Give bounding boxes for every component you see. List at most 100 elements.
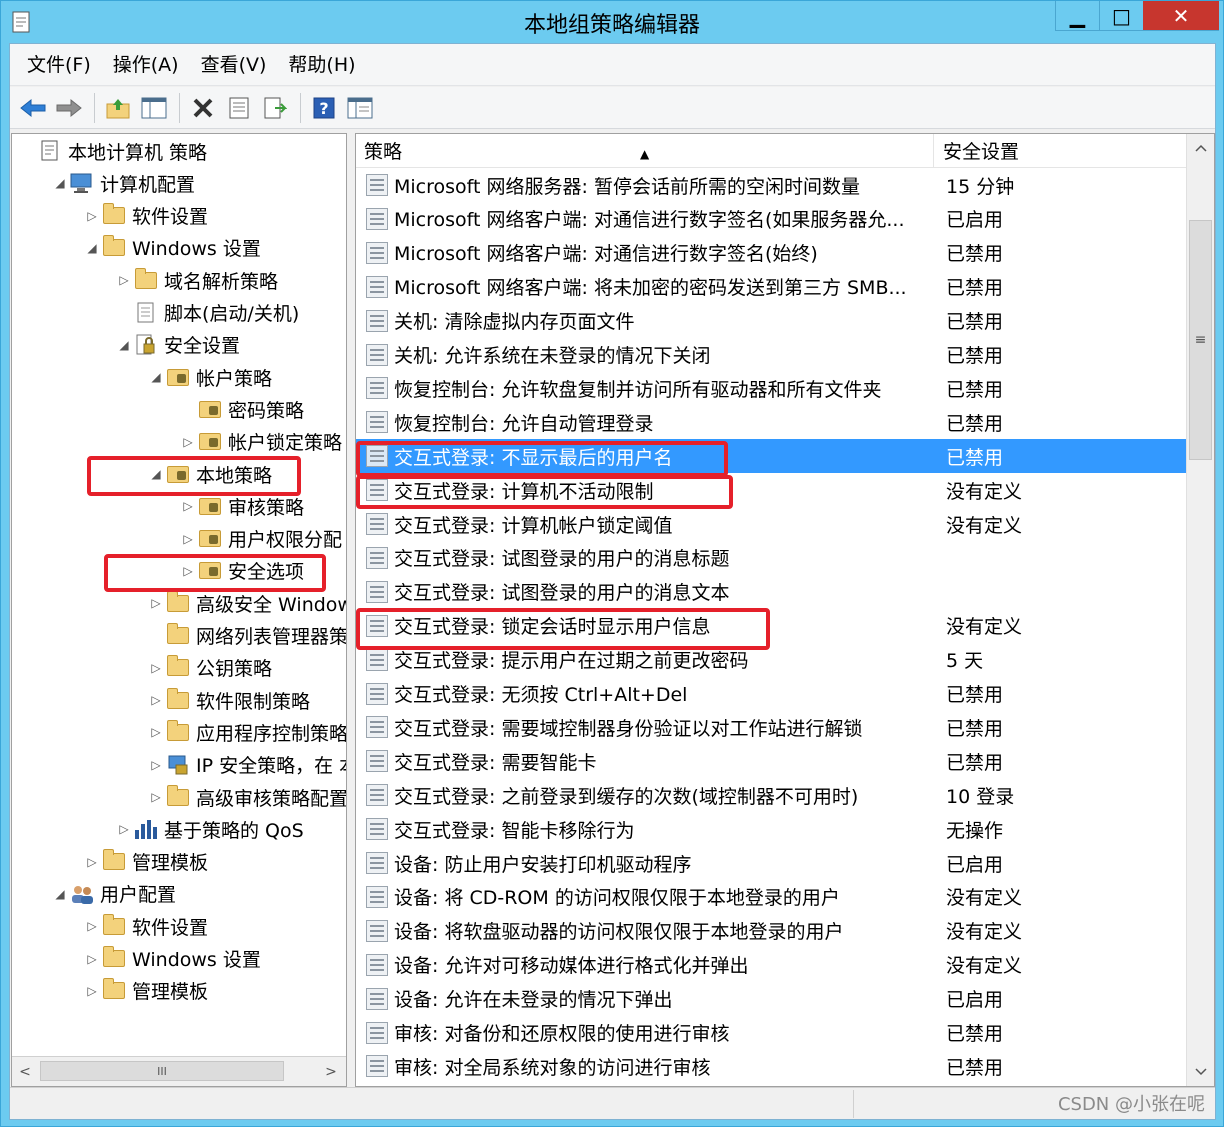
policy-row[interactable]: 设备: 将 CD-ROM 的访问权限仅限于本地登录的用户 没有定义 xyxy=(356,880,1186,914)
policy-row[interactable]: 审核: 对全局系统对象的访问进行审核 已禁用 xyxy=(356,1049,1186,1083)
expand-arrow-icon[interactable]: ▷ xyxy=(148,596,164,610)
policy-row[interactable]: 设备: 允许在未登录的情况下弹出 已启用 xyxy=(356,982,1186,1016)
scroll-down-button[interactable] xyxy=(1187,1058,1214,1086)
expand-arrow-icon[interactable]: ▷ xyxy=(84,919,100,933)
up-folder-icon[interactable] xyxy=(101,91,135,125)
tree-node[interactable]: ▷ 高级安全 Window: xyxy=(148,588,346,618)
policy-row[interactable]: 恢复控制台: 允许自动管理登录 已禁用 xyxy=(356,405,1186,439)
expand-arrow-icon[interactable]: ▷ xyxy=(116,822,132,836)
back-icon[interactable] xyxy=(16,91,50,125)
policy-row[interactable]: Microsoft 网络客户端: 对通信进行数字签名(始终) 已禁用 xyxy=(356,236,1186,270)
policy-row[interactable]: Microsoft 网络客户端: 对通信进行数字签名(如果服务器允... 已启用 xyxy=(356,202,1186,236)
collapse-arrow-icon[interactable]: ◢ xyxy=(52,887,68,901)
expand-arrow-icon[interactable]: ▷ xyxy=(148,790,164,804)
tree-node[interactable]: ◢ 帐户策略 xyxy=(148,362,272,392)
collapse-arrow-icon[interactable]: ◢ xyxy=(52,176,68,190)
tree-node[interactable]: ▷ 基于策略的 QoS xyxy=(116,814,303,844)
column-header-setting[interactable]: 安全设置 xyxy=(935,134,1185,168)
policy-row[interactable]: 交互式登录: 无须按 Ctrl+Alt+Del 已禁用 xyxy=(356,677,1186,711)
tree-horizontal-scrollbar[interactable]: < III > xyxy=(12,1056,346,1086)
expand-arrow-icon[interactable]: ▷ xyxy=(84,855,100,869)
tree-node[interactable]: ▷ Windows 设置 xyxy=(84,944,261,974)
tree-node[interactable]: ◢ 用户配置 xyxy=(52,879,176,909)
delete-icon[interactable] xyxy=(186,91,220,125)
tree-node[interactable]: ▷ 管理模板 xyxy=(84,976,208,1006)
tree-node[interactable]: ◢ Windows 设置 xyxy=(84,233,261,263)
menu-help[interactable]: 帮助(H) xyxy=(277,48,366,82)
forward-icon[interactable] xyxy=(52,91,86,125)
expand-arrow-icon[interactable]: ▷ xyxy=(84,952,100,966)
title-bar[interactable]: 本地组策略编辑器 ▁ □ ✕ xyxy=(1,1,1223,43)
expand-arrow-icon[interactable]: ▷ xyxy=(148,661,164,675)
maximize-button[interactable]: □ xyxy=(1099,1,1143,31)
policy-row[interactable]: Microsoft 网络客户端: 将未加密的密码发送到第三方 SMB... 已禁用 xyxy=(356,270,1186,304)
expand-arrow-icon[interactable]: ▷ xyxy=(148,758,164,772)
expand-arrow-icon[interactable]: ▷ xyxy=(84,209,100,223)
tree-node[interactable]: ◢ 安全设置 xyxy=(116,330,240,360)
policy-row[interactable]: 交互式登录: 试图登录的用户的消息文本 xyxy=(356,575,1186,609)
show-hide-tree-icon[interactable] xyxy=(137,91,171,125)
expand-arrow-icon[interactable]: ▷ xyxy=(148,725,164,739)
scroll-right-button[interactable]: > xyxy=(318,1059,344,1085)
policy-row[interactable]: 关机: 允许系统在未登录的情况下关闭 已禁用 xyxy=(356,338,1186,372)
filter-view-icon[interactable] xyxy=(343,91,377,125)
expand-arrow-icon[interactable]: ▷ xyxy=(116,273,132,287)
tree-node[interactable]: ▷ IP 安全策略，在 本 xyxy=(148,750,346,780)
export-list-icon[interactable] xyxy=(258,91,292,125)
policy-row[interactable]: 交互式登录: 之前登录到缓存的次数(域控制器不可用时) 10 登录 xyxy=(356,778,1186,812)
tree-node[interactable]: ▷ 应用程序控制策略 xyxy=(148,717,346,747)
expand-arrow-icon[interactable]: ▷ xyxy=(148,693,164,707)
tree-node[interactable]: ▷ 软件设置 xyxy=(84,201,208,231)
policy-row[interactable]: 设备: 防止用户安装打印机驱动程序 已启用 xyxy=(356,846,1186,880)
policy-row[interactable]: 交互式登录: 锁定会话时显示用户信息 没有定义 xyxy=(356,609,1186,643)
policy-row[interactable]: 交互式登录: 智能卡移除行为 无操作 xyxy=(356,812,1186,846)
policy-row[interactable]: 关机: 清除虚拟内存页面文件 已禁用 xyxy=(356,304,1186,338)
expand-arrow-icon[interactable]: ▷ xyxy=(84,984,100,998)
policy-row[interactable]: 交互式登录: 需要域控制器身份验证以对工作站进行解锁 已禁用 xyxy=(356,710,1186,744)
tree-node[interactable]: ▷ 用户权限分配 xyxy=(180,524,342,554)
menu-file[interactable]: 文件(F) xyxy=(16,48,102,82)
tree-node[interactable]: ▷ 管理模板 xyxy=(84,847,208,877)
tree-node[interactable]: ▷ 软件限制策略 xyxy=(148,685,310,715)
tree-node[interactable]: ◢ 计算机配置 xyxy=(52,168,195,198)
policy-row[interactable]: 交互式登录: 提示用户在过期之前更改密码 5 天 xyxy=(356,643,1186,677)
expand-arrow-icon[interactable]: ▷ xyxy=(180,435,196,449)
help-icon[interactable]: ? xyxy=(307,91,341,125)
expand-arrow-icon[interactable]: ▷ xyxy=(180,499,196,513)
collapse-arrow-icon[interactable]: ◢ xyxy=(148,467,164,481)
tree-node[interactable]: ▷ 软件设置 xyxy=(84,911,208,941)
tree-node[interactable]: 密码策略 xyxy=(180,394,304,424)
collapse-arrow-icon[interactable]: ◢ xyxy=(84,241,100,255)
policy-row[interactable]: 设备: 将软盘驱动器的访问权限仅限于本地登录的用户 没有定义 xyxy=(356,914,1186,948)
scroll-up-button[interactable] xyxy=(1187,134,1214,162)
minimize-button[interactable]: ▁ xyxy=(1055,1,1099,31)
policy-row[interactable]: 交互式登录: 计算机不活动限制 没有定义 xyxy=(356,473,1186,507)
collapse-arrow-icon[interactable]: ◢ xyxy=(148,370,164,384)
menu-action[interactable]: 操作(A) xyxy=(102,48,190,82)
tree-node[interactable]: ▷ 公钥策略 xyxy=(148,653,272,683)
policy-row[interactable]: 交互式登录: 试图登录的用户的消息标题 xyxy=(356,541,1186,575)
menu-view[interactable]: 查看(V) xyxy=(190,48,278,82)
tree-node[interactable]: 网络列表管理器策略 xyxy=(148,621,346,651)
close-button[interactable]: ✕ xyxy=(1143,1,1219,31)
policy-row[interactable]: 交互式登录: 不显示最后的用户名 已禁用 xyxy=(356,439,1186,474)
policy-row[interactable]: 交互式登录: 需要智能卡 已禁用 xyxy=(356,744,1186,778)
tree-node[interactable]: ▷ 域名解析策略 xyxy=(116,265,278,295)
list-vertical-scrollbar[interactable]: ≡ xyxy=(1186,134,1214,1086)
tree-node[interactable]: ▷ 高级审核策略配置 xyxy=(148,782,346,812)
policy-row[interactable]: 恢复控制台: 允许软盘复制并访问所有驱动器和所有文件夹 已禁用 xyxy=(356,371,1186,405)
policy-row[interactable]: Microsoft 网络服务器: 暂停会话前所需的空闲时间数量 15 分钟 xyxy=(356,168,1186,202)
policy-row[interactable]: 设备: 允许对可移动媒体进行格式化并弹出 没有定义 xyxy=(356,948,1186,982)
scroll-left-button[interactable]: < xyxy=(12,1059,38,1085)
tree-node[interactable]: 脚本(启动/关机) xyxy=(116,298,299,328)
tree-node[interactable]: ▷ 审核策略 xyxy=(180,491,304,521)
tree-node[interactable]: ▷ 安全选项 xyxy=(180,556,304,586)
expand-arrow-icon[interactable]: ▷ xyxy=(180,532,196,546)
tree-node[interactable]: ▷ 帐户锁定策略 xyxy=(180,427,342,457)
tree-node[interactable]: 本地计算机 策略 xyxy=(20,136,207,166)
properties-icon[interactable] xyxy=(222,91,256,125)
expand-arrow-icon[interactable]: ▷ xyxy=(180,564,196,578)
policy-row[interactable]: 交互式登录: 计算机帐户锁定阈值 没有定义 xyxy=(356,507,1186,541)
scroll-thumb[interactable]: III xyxy=(40,1061,284,1081)
scroll-thumb[interactable]: ≡ xyxy=(1189,220,1212,460)
